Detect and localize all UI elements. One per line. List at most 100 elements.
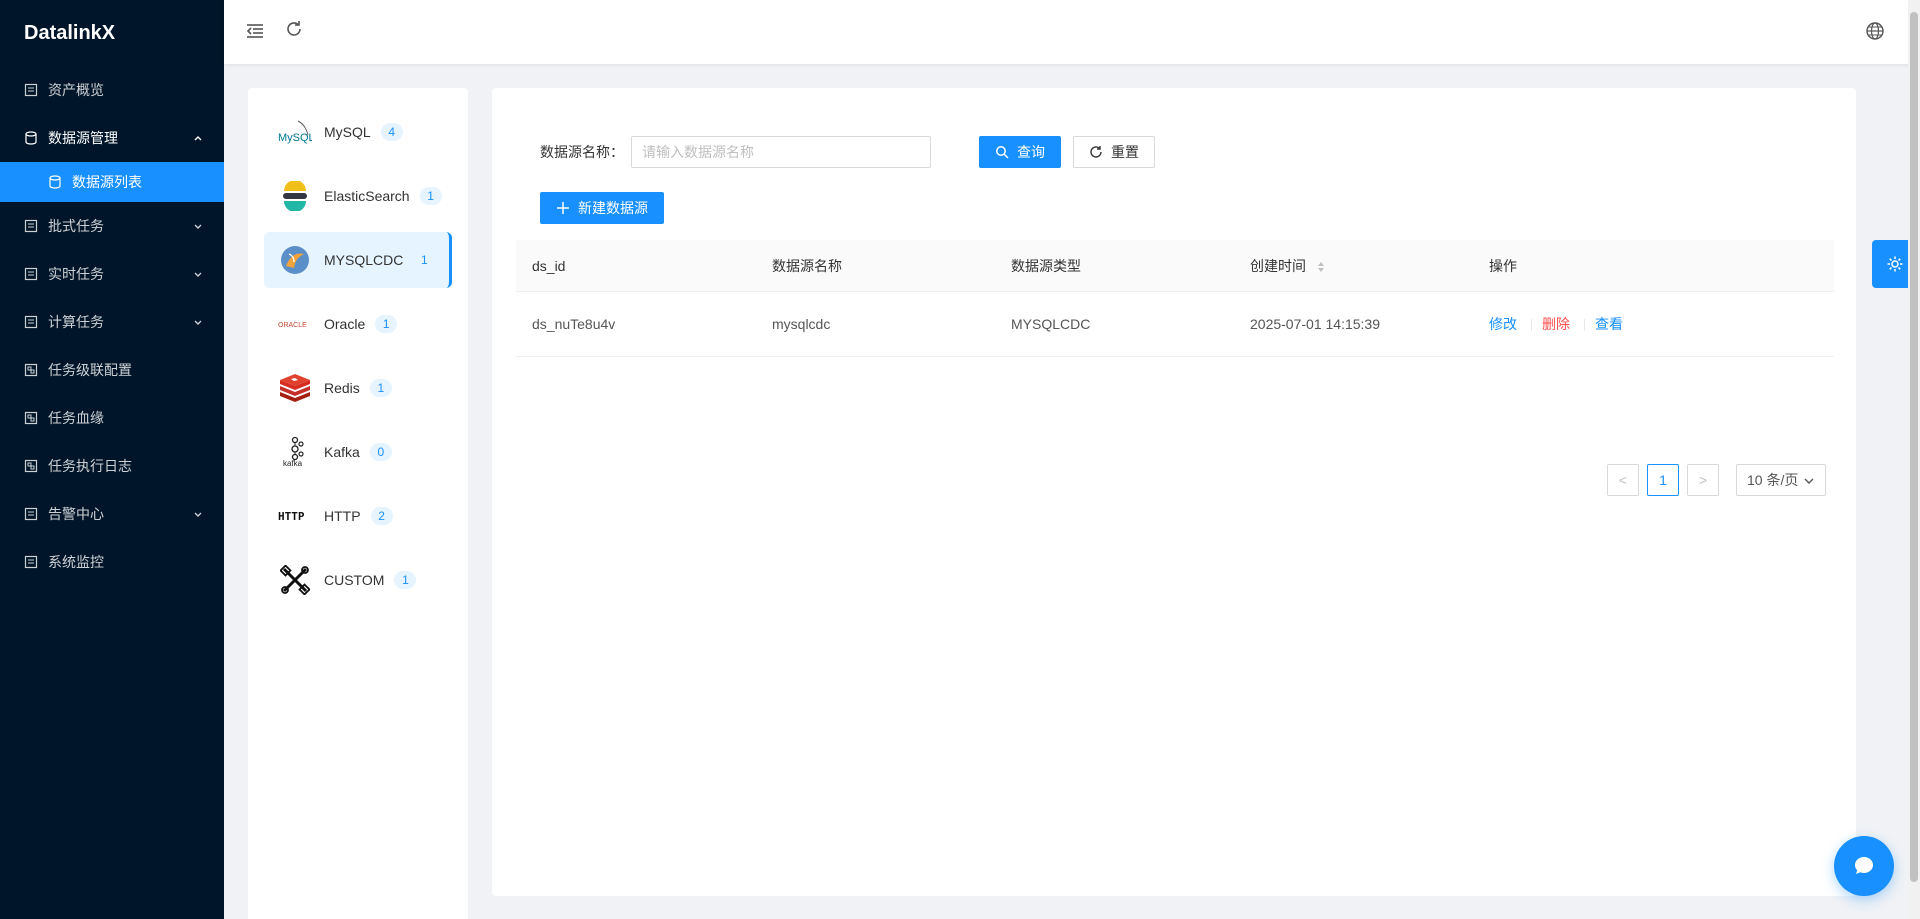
type-item-kafka[interactable]: kafka Kafka 0: [264, 424, 452, 480]
query-button-label: 查询: [1017, 144, 1045, 160]
type-name: MYSQLCDC: [324, 252, 404, 268]
datasource-name-search-input[interactable]: [631, 136, 931, 168]
global-icon[interactable]: [1864, 20, 1886, 42]
task-icon: [24, 267, 38, 281]
http-logo-icon: HTTP: [278, 499, 312, 533]
divider: [1531, 319, 1532, 332]
type-item-elasticsearch[interactable]: ElasticSearch 1: [264, 168, 452, 224]
sidebar-item-batch-task[interactable]: 批式任务: [0, 202, 224, 250]
svg-text:ORACLE: ORACLE: [278, 322, 307, 329]
page-size-value: 10 条/页: [1747, 472, 1799, 488]
sidebar-item-compute-task[interactable]: 计算任务: [0, 298, 224, 346]
sidebar-item-lineage[interactable]: 任务血缘: [0, 394, 224, 442]
cell-name: mysqlcdc: [772, 316, 831, 332]
type-count-badge: 1: [369, 379, 392, 397]
column-header-type: 数据源类型: [1011, 257, 1081, 274]
sidebar-item-label: 资产概览: [48, 82, 104, 98]
type-item-mysqlcdc[interactable]: MYSQLCDC 1: [264, 232, 452, 288]
chevron-down-icon: [192, 268, 204, 280]
sidebar-item-label: 数据源列表: [72, 174, 142, 190]
sidebar: DatalinkX 资产概览 数据源管理 数据源列表 批式任务 实时任务 计算任…: [0, 0, 224, 919]
type-name: Kafka: [324, 444, 360, 460]
cell-ds-id: ds_nuTe8u4v: [532, 316, 616, 332]
reset-button[interactable]: 重置: [1073, 136, 1155, 168]
next-page-button[interactable]: >: [1687, 464, 1719, 496]
column-header-created[interactable]: 创建时间: [1234, 256, 1473, 276]
type-count-badge: 4: [380, 123, 403, 141]
table-header: ds_id 数据源名称 数据源类型 创建时间 操作: [516, 240, 1834, 292]
reload-icon[interactable]: [283, 18, 305, 40]
plus-icon: [557, 202, 569, 214]
database-icon: [24, 131, 38, 145]
custom-tools-icon: [278, 563, 312, 597]
chevron-down-icon: [192, 316, 204, 328]
app-logo: DatalinkX: [24, 21, 116, 44]
type-name: Redis: [324, 380, 360, 396]
menu-fold-icon[interactable]: [244, 20, 266, 42]
delete-link[interactable]: 删除: [1542, 316, 1570, 332]
divider: [1584, 319, 1585, 332]
type-item-mysql[interactable]: MySQL MySQL 4: [264, 104, 452, 160]
reload-icon: [1090, 146, 1102, 158]
mysqlcdc-logo-icon: [278, 243, 312, 277]
chevron-down-icon: [192, 508, 204, 520]
cell-actions: 修改 删除 查看: [1473, 314, 1834, 334]
chevron-down-icon: [192, 220, 204, 232]
edit-link[interactable]: 修改: [1489, 316, 1517, 332]
datasource-table: ds_id 数据源名称 数据源类型 创建时间 操作 ds_nuTe8u4v my…: [516, 240, 1834, 357]
search-label: 数据源名称：: [540, 144, 624, 160]
type-item-redis[interactable]: Redis 1: [264, 360, 452, 416]
chevron-down-icon: [1804, 478, 1814, 484]
svg-text:HTTP: HTTP: [278, 510, 305, 523]
sidebar-item-asset-overview[interactable]: 资产概览: [0, 66, 224, 114]
table-row: ds_nuTe8u4v mysqlcdc MYSQLCDC 2025-07-01…: [516, 292, 1834, 357]
redis-logo-icon: [278, 371, 312, 405]
elasticsearch-logo-icon: [278, 179, 312, 213]
chat-button[interactable]: [1834, 836, 1894, 896]
cell-type: MYSQLCDC: [1011, 316, 1091, 332]
sidebar-item-cascade-config[interactable]: 任务级联配置: [0, 346, 224, 394]
type-count-badge: 1: [394, 571, 417, 589]
type-count-badge: 1: [421, 253, 428, 267]
sidebar-item-label: 任务级联配置: [48, 362, 132, 378]
sidebar-item-label: 系统监控: [48, 554, 104, 570]
sort-icon[interactable]: [1316, 260, 1326, 274]
sidebar-item-system-monitor[interactable]: 系统监控: [0, 538, 224, 586]
mysql-logo-icon: MySQL: [278, 115, 312, 149]
svg-text:kafka: kafka: [283, 459, 303, 468]
type-name: ElasticSearch: [324, 188, 410, 204]
sidebar-item-realtime-task[interactable]: 实时任务: [0, 250, 224, 298]
chevron-up-icon: [192, 132, 204, 144]
type-count-badge: 1: [419, 187, 442, 205]
type-count-badge: 1: [375, 315, 398, 333]
scrollbar-thumb[interactable]: [1910, 12, 1918, 882]
datasource-type-list: MySQL MySQL 4 ElasticSearch 1 MYSQLCDC 1…: [248, 88, 468, 919]
lineage-icon: [24, 411, 38, 425]
type-count-badge: 2: [370, 507, 393, 525]
top-header: [224, 0, 1910, 64]
type-name: HTTP: [324, 508, 361, 524]
new-datasource-button[interactable]: 新建数据源: [540, 192, 664, 224]
dashboard-icon: [24, 83, 38, 97]
chat-icon: [1855, 857, 1873, 874]
reset-button-label: 重置: [1111, 144, 1139, 160]
monitor-icon: [24, 555, 38, 569]
column-header-name: 数据源名称: [772, 257, 842, 274]
page-size-select[interactable]: 10 条/页: [1736, 464, 1826, 496]
prev-page-button[interactable]: <: [1607, 464, 1639, 496]
page-scrollbar[interactable]: [1908, 0, 1920, 919]
sidebar-item-datasource-mgmt[interactable]: 数据源管理: [0, 114, 224, 162]
query-button[interactable]: 查询: [979, 136, 1061, 168]
type-item-oracle[interactable]: ORACLE Oracle 1: [264, 296, 452, 352]
column-header-actions: 操作: [1489, 257, 1517, 274]
sidebar-item-datasource-list[interactable]: 数据源列表: [0, 162, 224, 202]
page-1-button[interactable]: 1: [1647, 464, 1679, 496]
new-datasource-label: 新建数据源: [578, 200, 648, 216]
type-item-http[interactable]: HTTP HTTP 2: [264, 488, 452, 544]
view-link[interactable]: 查看: [1595, 316, 1623, 332]
column-header-created-label: 创建时间: [1250, 257, 1306, 274]
sidebar-item-alert-center[interactable]: 告警中心: [0, 490, 224, 538]
task-icon: [24, 315, 38, 329]
sidebar-item-exec-log[interactable]: 任务执行日志: [0, 442, 224, 490]
type-item-custom[interactable]: CUSTOM 1: [264, 552, 452, 608]
